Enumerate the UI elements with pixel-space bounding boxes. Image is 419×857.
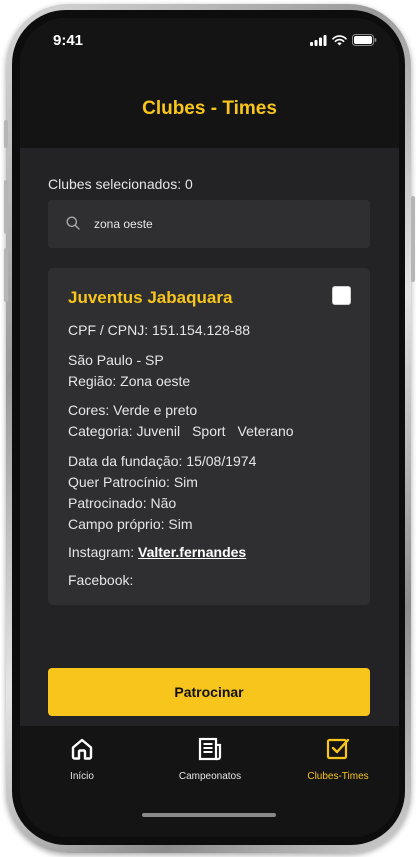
- instagram-label: Instagram:: [68, 544, 135, 560]
- tab-clubes-times[interactable]: Clubes-Times: [303, 736, 373, 782]
- app-screen: 9:41 Clubes - Times Clubes selecionados:: [20, 18, 399, 837]
- search-input[interactable]: [94, 214, 354, 234]
- status-icons: [310, 34, 377, 46]
- checkbox-icon: [326, 738, 350, 760]
- club-location: São Paulo - SP: [68, 352, 164, 368]
- home-icon: [71, 738, 93, 760]
- tab-campeonatos[interactable]: Campeonatos: [170, 736, 250, 782]
- wifi-icon: [332, 34, 347, 45]
- club-instagram: Instagram: Valter.fernandes: [68, 544, 246, 560]
- tab-label: Clubes-Times: [307, 771, 369, 782]
- instagram-link[interactable]: Valter.fernandes: [138, 544, 246, 560]
- signal-icon: [310, 34, 327, 46]
- page-title: Clubes - Times: [142, 98, 277, 119]
- tab-bar: Início Campeonatos Clubes-Times: [20, 726, 399, 837]
- tab-label: Início: [70, 771, 94, 782]
- category-item: Veterano: [237, 423, 294, 439]
- power-button: [411, 196, 415, 282]
- search-box[interactable]: [48, 200, 370, 248]
- selected-count: Clubes selecionados: 0: [48, 176, 193, 192]
- category-item: Sport: [192, 423, 226, 439]
- category-item: Juvenil: [136, 423, 181, 439]
- club-wants-sponsorship: Quer Patrocínio: Sim: [68, 474, 198, 490]
- club-categories: Categoria: Juvenil Sport Veterano: [68, 423, 306, 439]
- home-indicator: [142, 813, 276, 817]
- club-own-field: Campo próprio: Sim: [68, 516, 193, 532]
- club-region: Região: Zona oeste: [68, 373, 191, 389]
- battery-icon: [352, 34, 377, 46]
- club-select-checkbox[interactable]: [332, 286, 351, 305]
- category-label: Categoria:: [68, 423, 133, 439]
- tab-inicio[interactable]: Início: [60, 736, 104, 782]
- volume-up-button: [4, 180, 8, 234]
- club-facebook: Facebook:: [68, 572, 134, 588]
- club-cpf: CPF / CPNJ: 151.154.128-88: [68, 322, 251, 338]
- newspaper-icon: [198, 737, 222, 761]
- club-sponsored: Patrocinado: Não: [68, 495, 177, 511]
- club-name: Juventus Jabaquara: [68, 288, 233, 307]
- club-card: Juventus Jabaquara CPF / CPNJ: 151.154.1…: [48, 268, 370, 605]
- status-bar: 9:41: [20, 18, 399, 62]
- sponsor-button[interactable]: Patrocinar: [48, 668, 370, 716]
- volume-down-button: [4, 248, 8, 302]
- header: Clubes - Times: [20, 62, 399, 148]
- status-time: 9:41: [53, 32, 84, 49]
- club-founded: Data da fundação: 15/08/1974: [68, 453, 257, 469]
- tab-label: Campeonatos: [178, 771, 242, 782]
- club-colors: Cores: Verde e preto: [68, 402, 198, 418]
- mute-switch: [4, 120, 8, 148]
- search-icon: [66, 216, 80, 230]
